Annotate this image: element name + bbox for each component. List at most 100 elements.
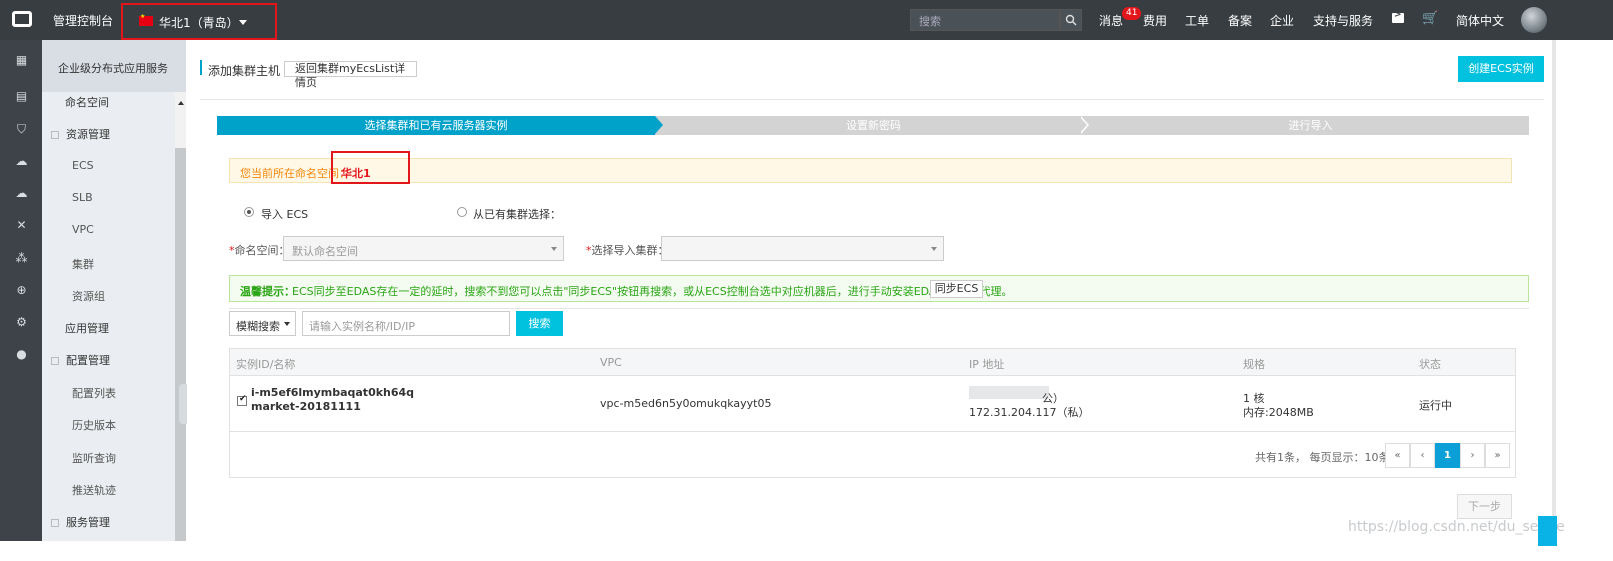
existing-cluster-label[interactable]: 从已有集群选择：	[473, 206, 561, 222]
sidebar-item-config-list[interactable]: 配置列表	[72, 385, 116, 401]
tip-title: 温馨提示：	[240, 285, 295, 298]
next-page-button[interactable]: ›	[1460, 443, 1485, 468]
bottom-strip	[0, 541, 1613, 561]
sidebar-group-resources[interactable]: 资源管理	[51, 126, 110, 142]
expand-box-icon	[51, 357, 59, 365]
sidebar-item-vpc[interactable]: VPC	[72, 223, 94, 236]
avatar[interactable]	[1521, 7, 1547, 33]
watermark: https://blog.csdn.net/du_senge	[1348, 519, 1565, 535]
sidebar-item-push-trace[interactable]: 推送轨迹	[72, 482, 116, 498]
sidebar-collapse-handle[interactable]	[179, 384, 187, 424]
sidebar: 企业级分布式应用服务 命名空间 资源管理 ECS SLB VPC 集群 资源组 …	[42, 40, 186, 561]
column-header: 规格	[1243, 358, 1265, 371]
circle-icon[interactable]: ●	[15, 348, 28, 361]
gear-icon[interactable]: ⚙	[15, 316, 28, 329]
column-header: 状态	[1419, 358, 1441, 371]
tip-text: ECS同步至EDAS存在一定的延时，搜索不到您可以点击"同步ECS"按钮再搜索，…	[292, 285, 1013, 298]
cloud-upload-icon[interactable]: ☁	[15, 187, 28, 200]
region-label: 华北1（青岛）	[159, 16, 239, 30]
expand-box-icon	[51, 519, 59, 527]
page-button-current[interactable]: 1	[1435, 443, 1460, 468]
existing-cluster-radio[interactable]	[457, 207, 467, 217]
table-row[interactable]: i-m5ef6lmymbaqat0kh64q market-20181111 v…	[230, 376, 1515, 432]
search-icon	[1065, 14, 1077, 26]
namespace-highlight: 华北1	[331, 151, 410, 184]
globe-icon[interactable]: ⊕	[15, 284, 28, 297]
cross-icon[interactable]: ✕	[15, 219, 28, 232]
column-header: IP 地址	[969, 358, 1005, 371]
namespace-select[interactable]: 默认命名空间	[283, 236, 564, 261]
sidebar-group-service[interactable]: 服务管理	[51, 514, 110, 530]
sidebar-title: 企业级分布式应用服务	[58, 62, 168, 75]
sidebar-item-cluster[interactable]: 集群	[72, 256, 94, 272]
sidebar-item-history[interactable]: 历史版本	[72, 417, 116, 433]
china-flag-icon	[139, 13, 153, 26]
prev-page-button[interactable]: ‹	[1410, 443, 1435, 468]
nav-tickets[interactable]: 工单	[1185, 12, 1209, 29]
global-search-input[interactable]: 搜索	[910, 9, 1060, 31]
redacted-public-ip	[969, 386, 1049, 399]
aliyun-logo-icon[interactable]	[12, 11, 32, 27]
terminal-icon[interactable]	[1392, 10, 1404, 23]
back-to-cluster-button[interactable]: 返回集群myEcsList详情页	[284, 61, 417, 89]
nav-messages[interactable]: 消息	[1099, 12, 1123, 29]
nav-fees[interactable]: 费用	[1143, 12, 1167, 29]
search-button[interactable]	[1060, 9, 1082, 31]
next-step-button[interactable]: 下一步	[1457, 494, 1512, 519]
sidebar-item-namespace[interactable]: 命名空间	[65, 94, 109, 110]
sidebar-item-app-management[interactable]: 应用管理	[65, 320, 109, 336]
divider	[200, 99, 1544, 100]
message-count-badge: 41	[1122, 7, 1142, 20]
status-badge: 运行中	[1419, 399, 1452, 412]
sidebar-item-resource-group[interactable]: 资源组	[72, 288, 105, 304]
caret-down-icon	[239, 20, 247, 25]
sidebar-item-listener[interactable]: 监听查询	[72, 450, 116, 466]
instance-search-input[interactable]: 请输入实例名称/ID/IP	[302, 311, 510, 336]
sidebar-header: 企业级分布式应用服务	[42, 40, 186, 92]
sidebar-item-slb[interactable]: SLB	[72, 191, 93, 204]
page-scrollbar[interactable]	[1552, 40, 1556, 540]
import-ecs-radio[interactable]	[244, 207, 254, 217]
cart-icon[interactable]: 🛒	[1422, 11, 1438, 26]
pager-info: 共有1条， 每页显示：10条	[1255, 451, 1390, 464]
column-header: VPC	[600, 356, 622, 369]
console-title[interactable]: 管理控制台	[53, 12, 113, 29]
first-page-button[interactable]: «	[1385, 443, 1410, 468]
spec-memory: 内存:2048MB	[1243, 406, 1314, 419]
step-arrow	[1079, 116, 1087, 134]
instance-table: 实例ID/名称 VPC IP 地址 规格 状态 i-m5ef6lmymbaqat…	[229, 348, 1516, 478]
cluster-label: *选择导入集群：	[586, 244, 669, 257]
sidebar-scrollbar-thumb[interactable]	[175, 148, 186, 541]
search-mode-select[interactable]: 模糊搜索	[229, 311, 296, 336]
nav-filing[interactable]: 备案	[1228, 12, 1252, 29]
namespace-label: *命名空间：	[229, 244, 290, 257]
server-icon[interactable]: ▤	[15, 90, 28, 103]
cluster-select[interactable]	[661, 236, 944, 261]
step-import: 进行导入	[1092, 116, 1529, 135]
instance-id: i-m5ef6lmymbaqat0kh64q	[251, 386, 415, 399]
scroll-up-icon[interactable]	[178, 101, 184, 105]
row-checkbox[interactable]	[237, 394, 247, 406]
grid-icon[interactable]: ▦	[15, 54, 28, 67]
create-ecs-button[interactable]: 创建ECS实例	[1458, 56, 1544, 82]
namespace-notice-value: 华北1	[341, 167, 371, 180]
sidebar-group-config[interactable]: 配置管理	[51, 352, 110, 368]
last-page-button[interactable]: »	[1485, 443, 1510, 468]
nav-support[interactable]: 支持与服务	[1313, 12, 1373, 29]
sync-ecs-button[interactable]: 同步ECS	[930, 280, 983, 298]
region-selector[interactable]: 华北1（青岛）	[121, 3, 277, 40]
shield-icon[interactable]: ⛉	[15, 123, 28, 136]
caret-down-icon	[931, 247, 937, 251]
step-select-cluster: 选择集群和已有云服务器实例	[217, 116, 655, 135]
feedback-float-tab[interactable]	[1538, 516, 1557, 546]
sidebar-item-ecs[interactable]: ECS	[72, 159, 94, 172]
search-button[interactable]: 搜索	[516, 311, 563, 336]
network-icon[interactable]: ⁂	[15, 252, 28, 265]
nav-enterprise[interactable]: 企业	[1270, 12, 1294, 29]
import-ecs-label[interactable]: 导入 ECS	[261, 206, 308, 222]
cloud-icon[interactable]: ☁	[15, 155, 28, 168]
divider	[229, 308, 1529, 309]
caret-down-icon	[284, 322, 290, 326]
step-set-password: 设置新密码	[655, 116, 1092, 135]
nav-language[interactable]: 简体中文	[1456, 12, 1504, 29]
